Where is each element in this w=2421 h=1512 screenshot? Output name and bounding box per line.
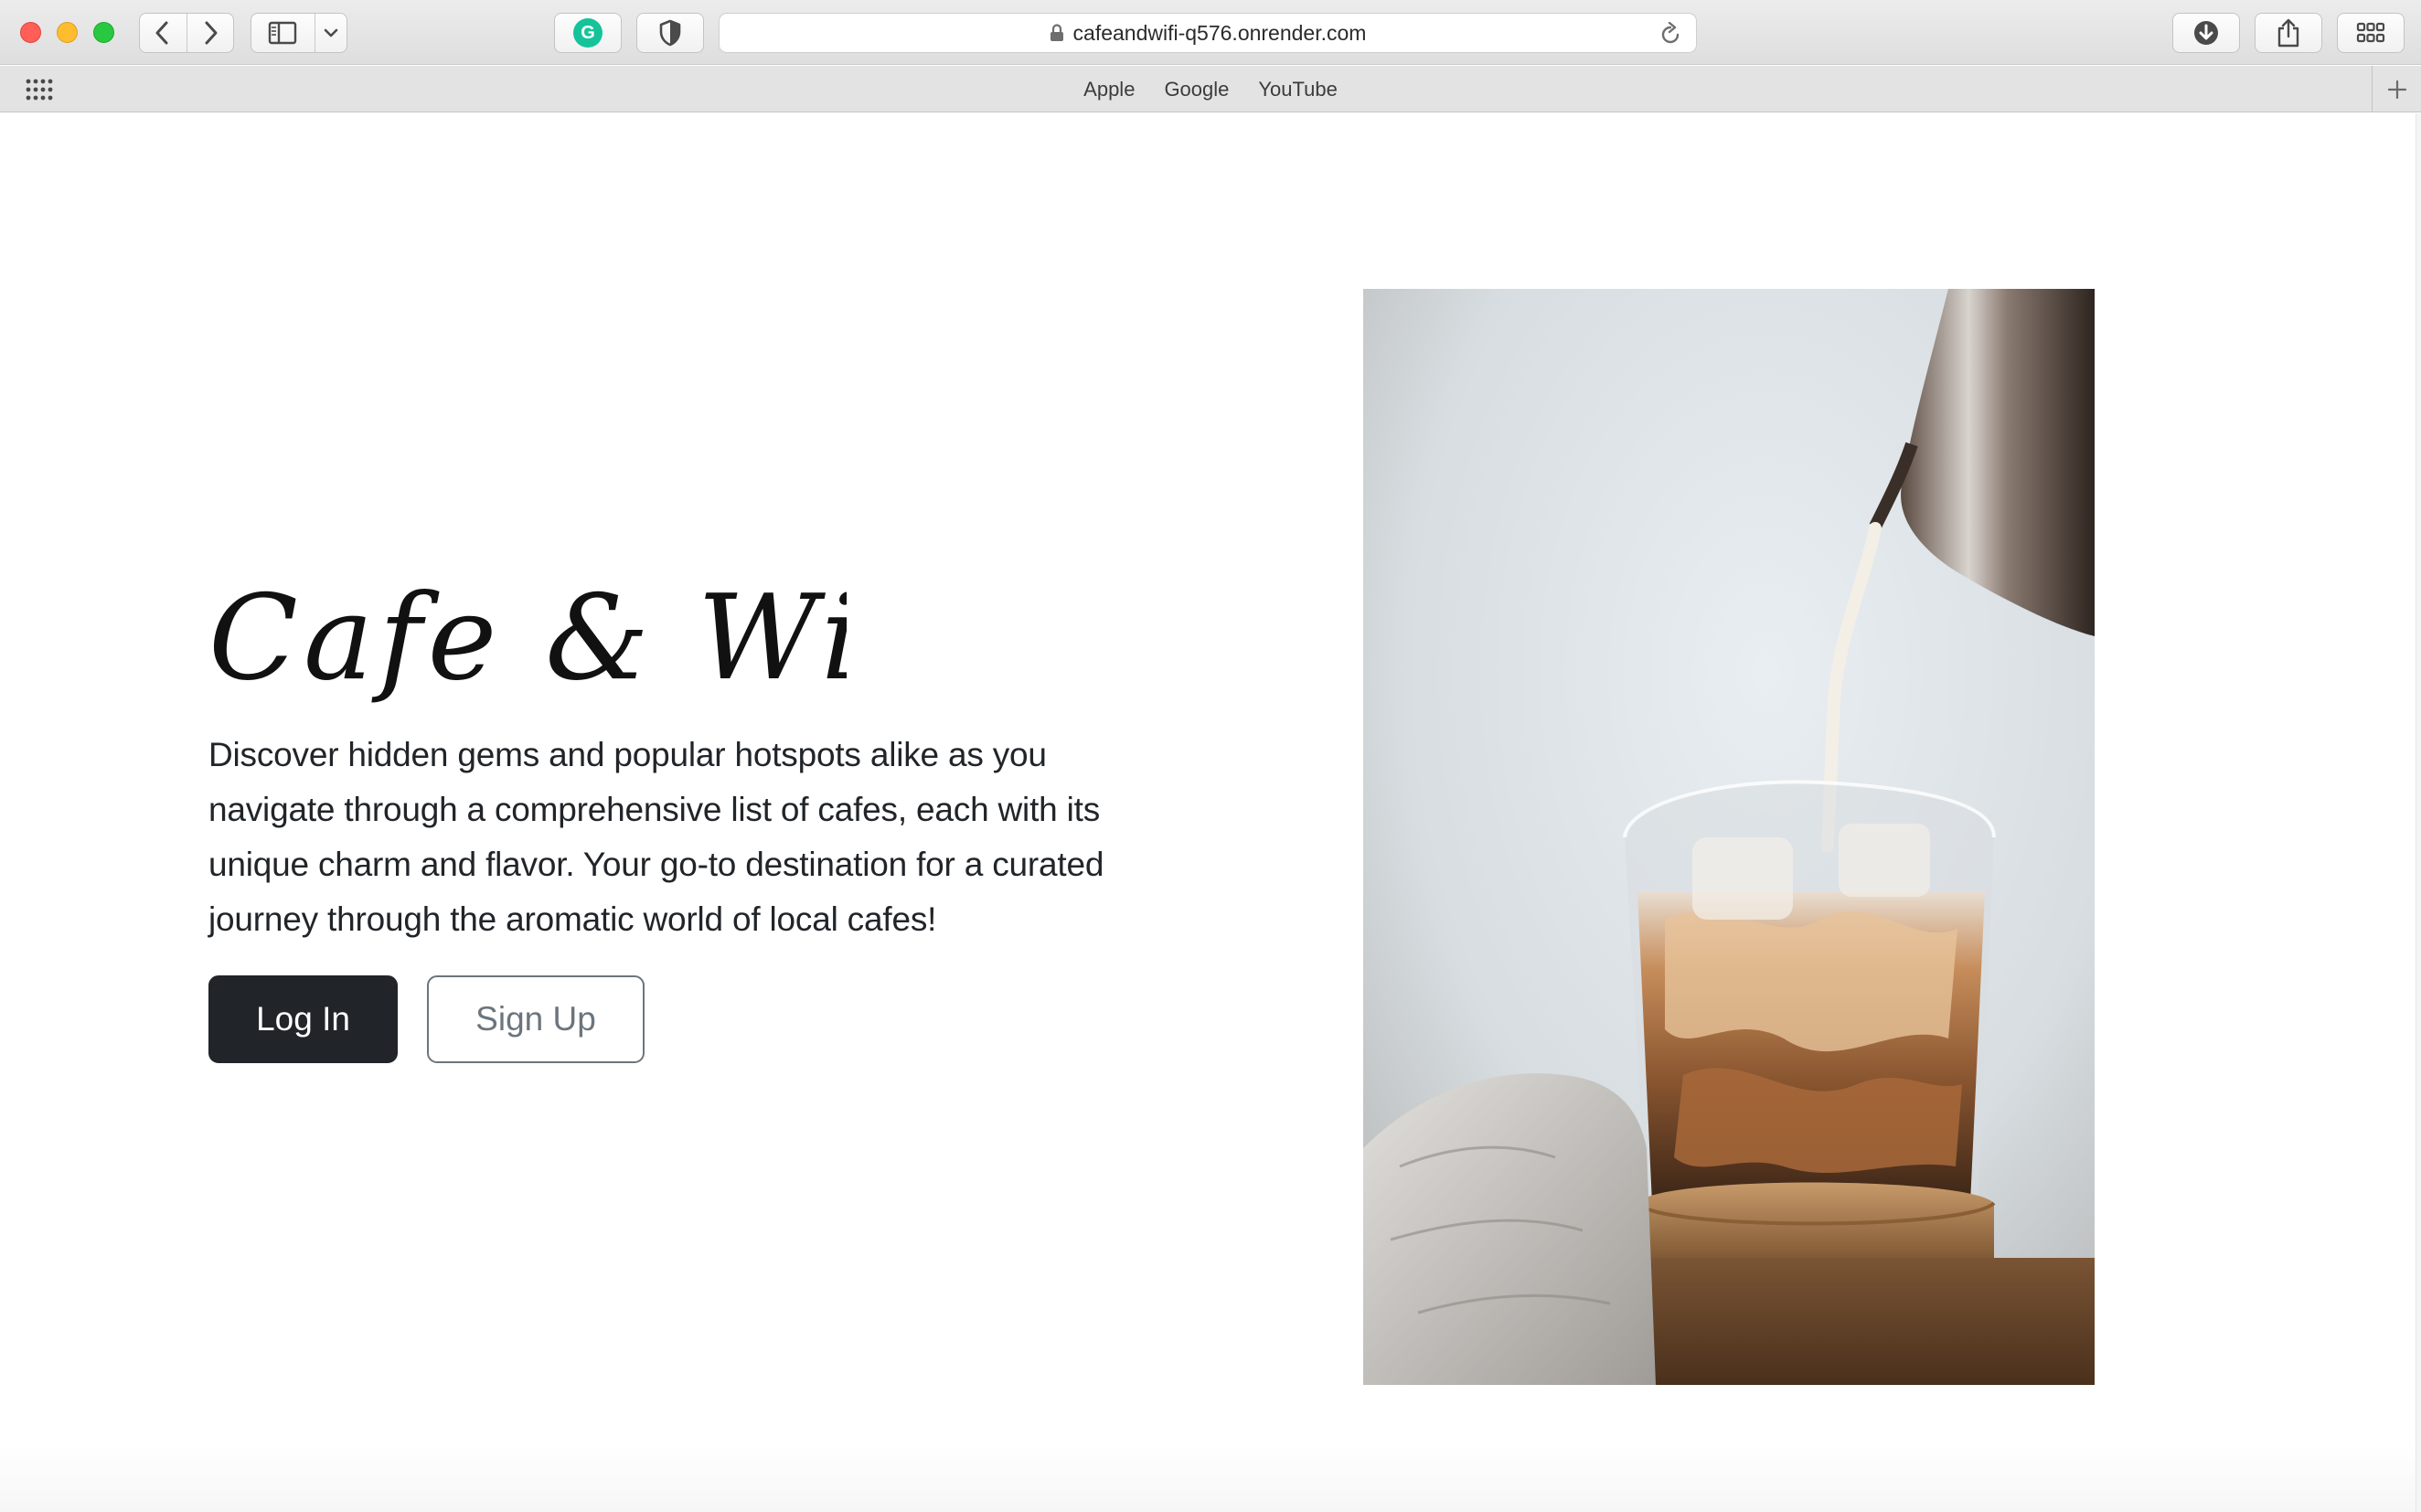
sidebar-icon — [269, 21, 297, 45]
hero-image — [1363, 289, 2095, 1385]
privacy-extension-button[interactable] — [636, 13, 704, 53]
grammarly-extension-button[interactable]: G — [554, 13, 622, 53]
grammarly-icon: G — [573, 18, 603, 48]
share-button[interactable] — [2255, 13, 2322, 53]
sidebar-toggle-button[interactable] — [251, 14, 315, 52]
url-text: cafeandwifi-q576.onrender.com — [1072, 20, 1367, 45]
tab-overview-button[interactable] — [2337, 13, 2405, 53]
bookmark-links: Apple Google YouTube — [0, 66, 2421, 112]
share-icon — [2277, 18, 2299, 48]
new-tab-button[interactable] — [2372, 66, 2421, 112]
site-title: Cafe & WiFi — [208, 570, 847, 707]
minimize-window-button[interactable] — [57, 22, 78, 43]
bookmark-google[interactable]: Google — [1164, 78, 1229, 101]
site-title-text: Cafe & WiFi — [208, 570, 847, 707]
tab-overview-icon — [2356, 22, 2385, 43]
hero-description: Discover hidden gems and popular hotspot… — [208, 736, 1104, 938]
bookmark-apple[interactable]: Apple — [1083, 78, 1135, 101]
page-footer-area — [0, 1444, 2416, 1512]
download-icon — [2194, 21, 2218, 45]
login-button[interactable]: Log In — [208, 975, 398, 1063]
chevron-down-icon — [324, 28, 338, 37]
signup-button[interactable]: Sign Up — [427, 975, 645, 1063]
back-button[interactable] — [140, 14, 187, 52]
forward-button[interactable] — [186, 14, 233, 52]
bookmark-youtube[interactable]: YouTube — [1258, 78, 1337, 101]
iced-coffee-image — [1363, 289, 2095, 1385]
bookmarks-bar: Apple Google YouTube — [0, 66, 2421, 112]
navigation-buttons — [139, 13, 234, 53]
sidebar-controls — [251, 13, 347, 53]
browser-toolbar: G cafeandwifi-q576.onrender.com — [0, 0, 2421, 65]
plus-icon — [2387, 80, 2406, 99]
reload-icon[interactable] — [1659, 22, 1681, 46]
chevron-left-icon — [155, 21, 168, 45]
maximize-window-button[interactable] — [93, 22, 114, 43]
downloads-button[interactable] — [2172, 13, 2240, 53]
shield-icon — [659, 19, 681, 47]
address-bar[interactable]: cafeandwifi-q576.onrender.com — [719, 13, 1697, 53]
chevron-right-icon — [205, 21, 218, 45]
page-scrollbar[interactable] — [2416, 113, 2421, 1512]
lock-icon — [1050, 24, 1063, 41]
close-window-button[interactable] — [20, 22, 41, 43]
sidebar-menu-button[interactable] — [314, 14, 347, 52]
